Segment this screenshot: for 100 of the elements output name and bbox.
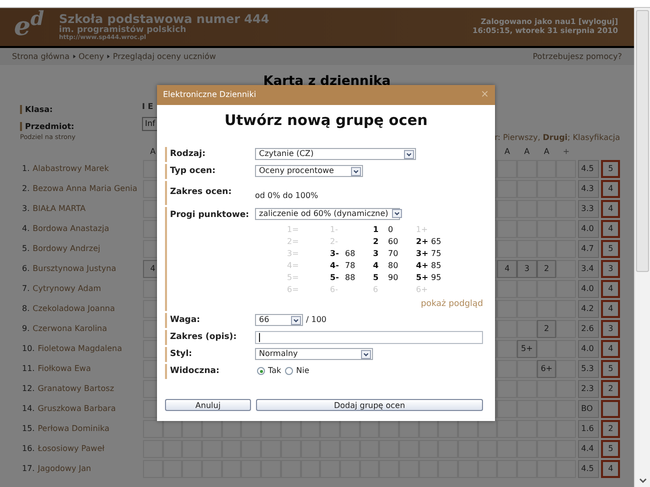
student-name[interactable]: Czekoladowa Joanna [32, 302, 115, 314]
help-link[interactable]: Potrzebujesz pomocy? [532, 50, 622, 62]
table-cell [536, 380, 556, 398]
average-cell: 4.5 [578, 460, 600, 478]
average-cell: 4.0 [578, 280, 600, 298]
table-cell [556, 300, 576, 318]
average-cell: 3.3 [578, 200, 600, 218]
student-name[interactable]: BIAŁA MARTA [32, 202, 86, 214]
table-cell [556, 200, 576, 218]
row-number: 11. [22, 362, 35, 374]
final-grade-cell[interactable]: 4 [601, 180, 620, 198]
input-field[interactable] [255, 330, 483, 344]
radio-option[interactable]: Nie [285, 365, 310, 377]
threshold-cell-text: 4+ 85 [416, 260, 442, 272]
row-number: 10. [22, 342, 35, 354]
table-cell [497, 420, 518, 438]
table-cell [536, 280, 556, 298]
final-grade-cell[interactable]: 3 [601, 320, 620, 338]
radio-option[interactable]: Tak [257, 365, 282, 377]
final-grade-cell[interactable]: 2 [601, 420, 620, 438]
student-name[interactable]: Fioletowa Magdalena [38, 342, 122, 354]
final-grade-cell[interactable]: 4 [601, 200, 620, 218]
table-cell [556, 240, 576, 258]
row-number: 5. [22, 242, 30, 254]
table-cell [517, 360, 537, 378]
threshold-cell-text: 3- 68 [330, 248, 356, 260]
final-grade-cell[interactable]: 4 [601, 460, 620, 478]
student-name[interactable]: Gruszkowa Barbara [38, 402, 116, 414]
final-grade-cell[interactable]: 3 [601, 260, 620, 278]
final-grade-cell[interactable]: 4 [601, 280, 620, 298]
student-name[interactable]: Bezowa Anna Maria Genia [32, 182, 138, 194]
grade-cell[interactable]: 6+ [536, 360, 556, 378]
table-cell [536, 340, 556, 358]
student-name[interactable]: Perłowa Dominika [38, 422, 110, 434]
table-cell [556, 400, 576, 418]
breadcrumb-link[interactable]: Strona główna [12, 50, 70, 62]
average-cell: 5.3 [578, 360, 600, 378]
dialog-button[interactable]: Dodaj grupę ocen [256, 398, 483, 410]
student-name[interactable]: Czerwona Karolina [32, 322, 108, 334]
breadcrumb-link[interactable]: Przeglądaj oceny uczniów [112, 50, 216, 62]
logo: e$^{d}$ [14, 8, 46, 44]
final-grade-cell[interactable]: 5 [601, 240, 620, 258]
weight-suffix: / 100 [306, 314, 327, 326]
filter-label: Klasa: [20, 104, 53, 114]
student-name[interactable]: Granatowy Bartosz [38, 382, 114, 394]
threshold-cell-text: 2+ 65 [416, 236, 442, 248]
student-name[interactable]: Bordowa Anastazja [32, 222, 110, 234]
dropdown[interactable]: zaliczenie od 60% (dynamiczne) [255, 208, 400, 220]
grade-cell[interactable]: 5+ [517, 340, 537, 358]
school-name: Szkoła podstawowa numer 444 [59, 13, 270, 26]
scroll-down-icon[interactable] [638, 478, 646, 484]
threshold-cell-text: 1 0 [373, 224, 394, 236]
table-cell [497, 160, 518, 178]
final-grade-cell[interactable]: 4 [601, 340, 620, 358]
student-name[interactable]: Bursztynowa Justyna [32, 262, 116, 274]
table-cell [497, 300, 518, 318]
average-cell: 3.4 [578, 260, 600, 278]
final-grade-cell[interactable]: 2 [601, 380, 620, 398]
final-grade-cell[interactable]: 5 [601, 160, 620, 178]
final-grade-cell[interactable]: 5 [601, 440, 620, 458]
dialog-heading: Utwórz nową grupę ocen [223, 112, 429, 131]
grade-cell[interactable]: 3 [517, 260, 537, 278]
column-header: A [504, 146, 510, 158]
table-cell [497, 240, 518, 258]
grade-cell[interactable]: 2 [536, 320, 556, 338]
scrollbar-thumb[interactable] [636, 10, 649, 272]
table-cell [497, 220, 518, 238]
final-grade-cell[interactable] [601, 400, 620, 418]
student-name[interactable]: Łososiowy Paweł [38, 442, 104, 454]
student-name[interactable]: Jagodowy Jan [38, 462, 92, 474]
table-cell [517, 280, 537, 298]
table-cell [556, 340, 576, 358]
student-name[interactable]: Alabastrowy Marek [32, 162, 109, 174]
dropdown[interactable]: Normalny [255, 348, 373, 360]
average-cell: 2.6 [578, 320, 600, 338]
preview-link[interactable]: pokaż podgląd [420, 298, 483, 310]
dialog-button[interactable]: Anuluj [165, 398, 251, 410]
final-grade-cell[interactable]: 4 [601, 300, 620, 318]
student-name[interactable]: Bordowy Andrzej [32, 242, 100, 254]
grade-cell[interactable]: 4 [497, 260, 518, 278]
table-cell [517, 380, 537, 398]
dropdown[interactable]: Czytanie (CZ) [255, 148, 416, 160]
final-grade-cell[interactable]: 4 [601, 220, 620, 238]
table-cell [497, 280, 518, 298]
table-cell [556, 160, 576, 178]
final-grade-cell[interactable]: 5 [601, 360, 620, 378]
scrollbar[interactable] [634, 8, 650, 487]
dropdown[interactable]: 66 [255, 314, 303, 326]
table-cell [556, 260, 576, 278]
dropdown-arrow-icon [404, 150, 414, 159]
school-subtitle: im. programistów polskich [59, 26, 186, 35]
table-cell [497, 400, 518, 418]
field-label: Zakres (opis): [170, 330, 237, 344]
breadcrumb-link[interactable]: Oceny [78, 50, 104, 62]
dropdown[interactable]: Oceny procentowe [255, 165, 363, 178]
filter-value: I E [142, 100, 154, 112]
semester-links[interactable]: r: Pierwszy, Drugi; Klasyfikacja [494, 132, 620, 144]
grade-cell[interactable]: 2 [536, 260, 556, 278]
student-name[interactable]: Fiołkowa Ewa [38, 362, 91, 374]
student-name[interactable]: Cytrynowy Adam [32, 282, 102, 294]
